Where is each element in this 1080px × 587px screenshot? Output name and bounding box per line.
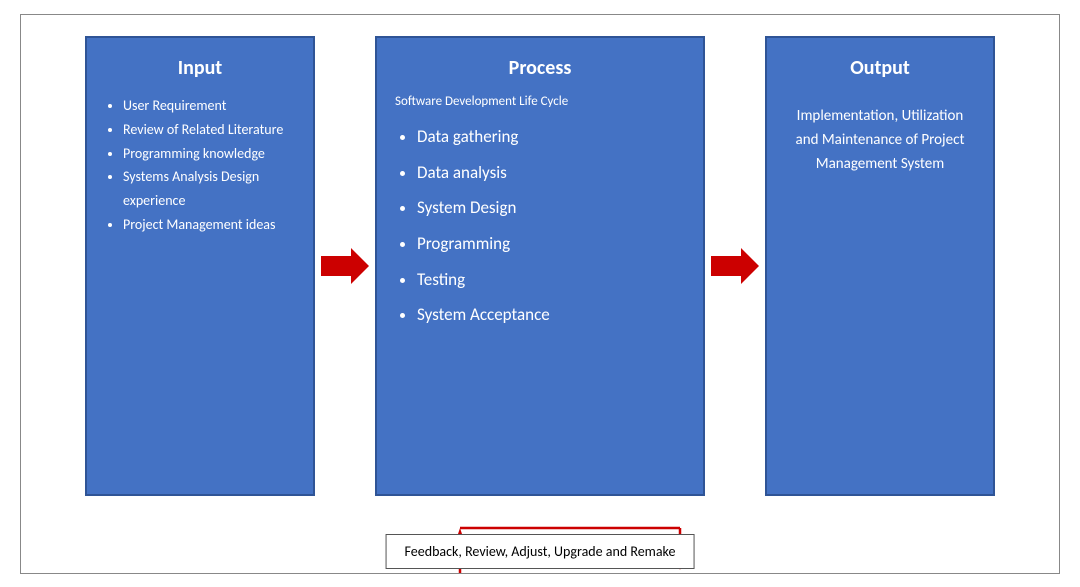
process-item-2: Data analysis xyxy=(417,155,685,191)
feedback-container: Feedback, Review, Adjust, Upgrade and Re… xyxy=(41,508,1039,573)
process-item-6: System Acceptance xyxy=(417,297,685,333)
right-arrow-svg xyxy=(321,248,369,284)
process-item-5: Testing xyxy=(417,262,685,298)
feedback-box: Feedback, Review, Adjust, Upgrade and Re… xyxy=(386,534,695,569)
process-list: Data gathering Data analysis System Desi… xyxy=(395,119,685,333)
diagram-wrapper: Input User Requirement Review of Related… xyxy=(20,14,1060,574)
output-title: Output xyxy=(785,56,975,80)
process-item-4: Programming xyxy=(417,226,685,262)
process-item-1: Data gathering xyxy=(417,119,685,155)
input-item-4: Systems Analysis Design experience xyxy=(123,165,295,213)
right-arrow-svg-2 xyxy=(711,248,759,284)
output-text: Implementation, Utilization and Maintena… xyxy=(785,104,975,176)
input-list: User Requirement Review of Related Liter… xyxy=(105,94,295,237)
input-box: Input User Requirement Review of Related… xyxy=(85,36,315,496)
process-subtitle: Software Development Life Cycle xyxy=(395,94,685,109)
input-item-5: Project Management ideas xyxy=(123,213,295,237)
arrow-process-output xyxy=(705,248,765,284)
process-box: Process Software Development Life Cycle … xyxy=(375,36,705,496)
input-item-1: User Requirement xyxy=(123,94,295,118)
input-item-2: Review of Related Literature xyxy=(123,118,295,142)
output-box: Output Implementation, Utilization and M… xyxy=(765,36,995,496)
boxes-row: Input User Requirement Review of Related… xyxy=(41,35,1039,498)
feedback-label: Feedback, Review, Adjust, Upgrade and Re… xyxy=(405,543,676,560)
process-item-3: System Design xyxy=(417,190,685,226)
arrow-input-process xyxy=(315,248,375,284)
process-title: Process xyxy=(395,56,685,80)
input-item-3: Programming knowledge xyxy=(123,142,295,166)
input-title: Input xyxy=(105,56,295,80)
